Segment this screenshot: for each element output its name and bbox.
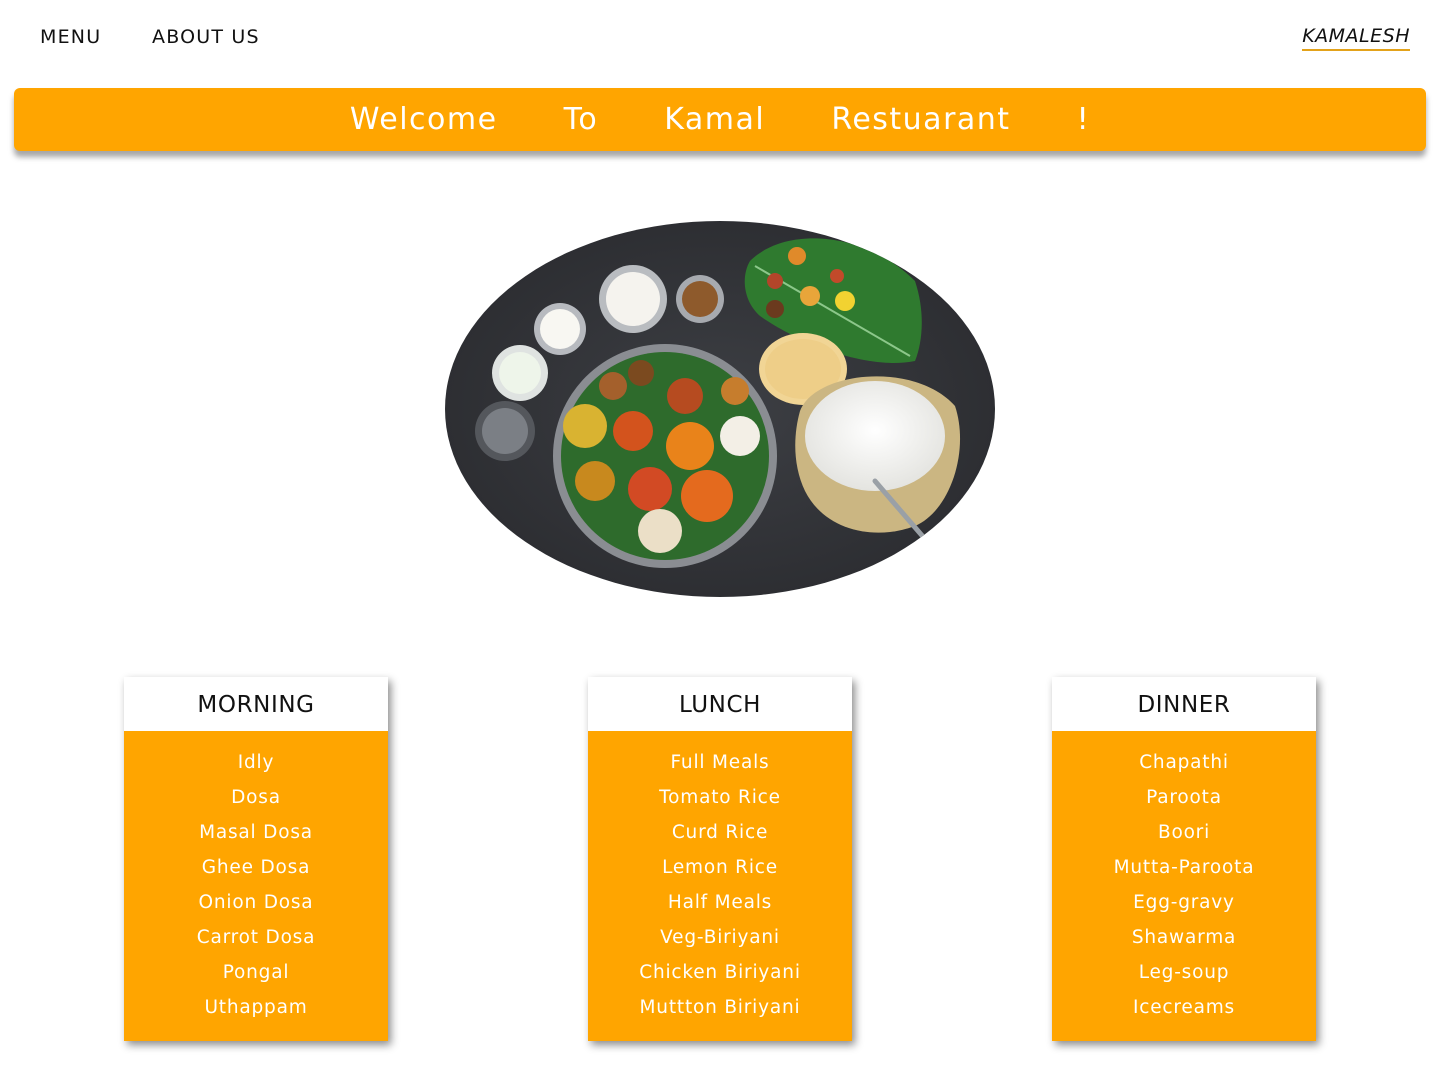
list-item: Shawarma [1131,927,1237,948]
food-platter-illustration [445,221,995,597]
list-item: Onion Dosa [198,892,314,913]
list-item: Boori [1157,822,1211,843]
menu-item-list: Idly Dosa Masal Dosa Ghee Dosa Onion Dos… [124,731,388,1030]
menu-card-title: DINNER [1052,677,1316,731]
list-item: Egg-gravy [1133,892,1235,913]
list-item: Idly [237,752,275,773]
list-item: Icecreams [1133,997,1235,1018]
menu-card-lunch: LUNCH Full Meals Tomato Rice Curd Rice L… [588,677,852,1041]
list-item: Pongal [222,962,290,983]
menu-card-dinner: DINNER Chapathi Paroota Boori Mutta-Paro… [1052,677,1316,1041]
list-item: Curd Rice [671,822,769,843]
food-platter-image [445,221,995,597]
list-item: Masal Dosa [199,822,313,843]
menu-item-list: Full Meals Tomato Rice Curd Rice Lemon R… [588,731,852,1030]
menu-card-title: LUNCH [588,677,852,731]
list-item: Chapathi [1139,752,1229,773]
list-item: Paroota [1146,787,1222,808]
welcome-banner-text: Welcome To Kamal Restuarant ! [349,102,1091,137]
list-item: Half Meals [667,892,773,913]
list-item: Uthappam [204,997,308,1018]
list-item: Leg-soup [1138,962,1230,983]
menu-card-title: MORNING [124,677,388,731]
nav-about-us-link[interactable]: ABOUT US [152,26,260,48]
top-navigation: MENU ABOUT US KAMALESH [0,0,1440,80]
list-item: Dosa [231,787,281,808]
list-item: Veg-Biriyani [660,927,780,948]
list-item: Carrot Dosa [196,927,316,948]
list-item: Chicken Biriyani [639,962,801,983]
menu-card-morning: MORNING Idly Dosa Masal Dosa Ghee Dosa O… [124,677,388,1041]
brand-name-link[interactable]: KAMALESH [1302,25,1410,51]
list-item: Tomato Rice [659,787,781,808]
welcome-banner: Welcome To Kamal Restuarant ! [14,88,1426,151]
list-item: Ghee Dosa [201,857,311,878]
list-item: Lemon Rice [662,857,778,878]
list-item: Muttton Biriyani [639,997,801,1018]
list-item: Full Meals [670,752,770,773]
list-item: Mutta-Paroota [1113,857,1255,878]
nav-menu-link[interactable]: MENU [40,26,101,48]
menu-item-list: Chapathi Paroota Boori Mutta-Paroota Egg… [1052,731,1316,1030]
